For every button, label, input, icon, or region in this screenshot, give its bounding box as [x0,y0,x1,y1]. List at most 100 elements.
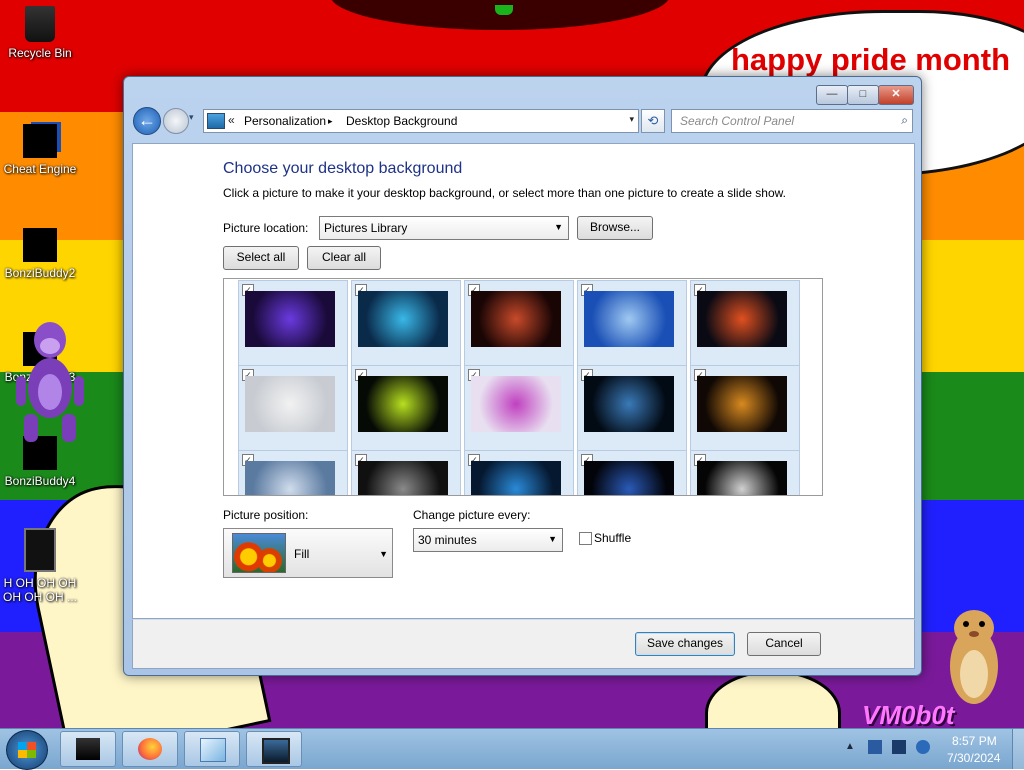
wallpaper-thumbnail[interactable]: ✓ [577,280,687,366]
content-pane: Choose your desktop background Click a p… [132,143,915,619]
picture-position-label: Picture position: [223,508,309,522]
search-placeholder: Search Control Panel [680,114,795,128]
wallpaper-thumbnail[interactable]: ✓ [351,280,461,366]
cheat-engine-icon [23,124,57,158]
picture-position-select[interactable]: Fill ▼ [223,528,393,578]
wallpaper-thumbnail[interactable]: ✓ [464,365,574,451]
browse-button[interactable]: Browse... [577,216,653,240]
change-interval-select[interactable]: 30 minutes ▼ [413,528,563,552]
position-preview-image [232,533,286,573]
chevron-down-icon: ▼ [379,549,388,559]
desktop-icon-label: Recycle Bin [8,46,72,60]
wallpaper-image [471,376,561,432]
bonzibuddy-icon [23,228,57,262]
save-changes-button[interactable]: Save changes [635,632,735,656]
pride-banner-text: happy pride month [731,42,1010,77]
watermark-text: VM0b0t [862,700,955,728]
refresh-button[interactable]: ⟲ [641,109,665,133]
wallpaper-thumbnail[interactable]: ✓ [690,365,800,451]
wallpaper-thumbnail[interactable]: ✓ [577,450,687,495]
clear-all-button[interactable]: Clear all [307,246,381,270]
desktop-icon-label: BonziBuddy2 [4,266,76,280]
recycle-bin-icon [25,6,55,42]
wallpaper-image [358,461,448,495]
network-icon[interactable] [868,740,882,754]
page-title: Choose your desktop background [223,160,463,177]
desktop-icon-label: H OH OH OH OH OH OH ... [2,576,77,604]
cancel-button[interactable]: Cancel [747,632,821,656]
recent-pages-dropdown[interactable]: ▾ [189,112,201,126]
wallpaper-image [697,291,787,347]
instructions-text: Click a picture to make it your desktop … [223,186,786,200]
wallpaper-thumbnail[interactable]: ✓ [351,450,461,495]
shuffle-checkbox[interactable] [579,532,592,545]
clock-time[interactable]: 8:57 PM [952,734,997,748]
bonzi-buddy-character[interactable] [10,318,90,448]
taskbar-button-notes[interactable] [184,731,240,767]
wallpaper-image [358,376,448,432]
start-button[interactable] [6,730,48,770]
show-desktop-button[interactable] [1012,729,1024,769]
select-all-button[interactable]: Select all [223,246,299,270]
wallpaper-thumbnail[interactable]: ✓ [464,450,574,495]
picture-position-value: Fill [294,547,310,561]
wallpaper-thumbnail[interactable]: ✓ [238,450,348,495]
forward-button[interactable] [163,108,189,134]
cartoon-hand [705,670,841,728]
cartoon-face [330,0,670,30]
desktop-icon-recycle-bin[interactable]: Recycle Bin [0,6,80,60]
display-icon[interactable] [892,740,906,754]
wallpaper-image [245,461,335,495]
taskbar-button-control-panel[interactable] [246,731,302,767]
wallpaper-image [471,461,561,495]
desktop-background-window: — □ ✕ ← ▾ « Personalization ▸ Desktop Ba… [123,76,922,676]
windows-logo-icon [18,742,36,758]
clock-date[interactable]: 7/30/2024 [947,751,1000,765]
cartoon-nose [495,5,513,15]
address-dropdown-arrow[interactable]: ▾ [629,114,634,125]
footer-bar: Save changes Cancel [132,619,915,669]
minimize-button[interactable]: — [816,85,848,105]
monitor-icon [262,738,290,764]
chevron-down-icon: ▼ [554,222,563,232]
wallpaper-image [358,291,448,347]
breadcrumb-desktop-background[interactable]: Desktop Background [346,114,457,128]
wallpaper-image [584,461,674,495]
desktop-icon-bonzibuddy2[interactable]: BonziBuddy2 [0,228,80,280]
breadcrumb-separator[interactable]: ▸ [328,116,333,127]
desktop-icon-cheat-engine[interactable]: Cheat Engine [0,124,80,176]
picture-location-select[interactable]: Pictures Library ▼ [319,216,569,240]
back-button[interactable]: ← [133,107,161,135]
maximize-button[interactable]: □ [847,85,879,105]
address-bar[interactable]: « Personalization ▸ Desktop Background ▾ [203,109,639,133]
text-file-icon [24,528,56,572]
wallpaper-image [245,376,335,432]
search-icon[interactable]: ⌕ [901,113,908,128]
show-hidden-icons-button[interactable]: ▲ [845,741,855,752]
wallpaper-thumbnail[interactable]: ✓ [464,280,574,366]
wallpaper-thumbnail[interactable]: ✓ [690,280,800,366]
close-button[interactable]: ✕ [878,85,914,105]
wallpaper-thumbnail[interactable]: ✓ [690,450,800,495]
shuffle-label[interactable]: Shuffle [594,531,631,545]
wallpaper-thumbnail[interactable]: ✓ [238,365,348,451]
firefox-icon [138,738,162,760]
wallpaper-thumbnail[interactable]: ✓ [351,365,461,451]
wallpaper-image [584,291,674,347]
taskbar-button-cheat-engine[interactable] [60,731,116,767]
control-panel-icon [207,113,225,129]
document-icon [200,738,226,762]
wallpaper-thumbnail[interactable]: ✓ [238,280,348,366]
volume-icon[interactable] [916,740,930,754]
taskbar: ▲ 8:57 PM 7/30/2024 [0,728,1024,770]
wallpaper-image [245,291,335,347]
desktop-icon-label: BonziBuddy4 [4,474,76,488]
breadcrumb-overflow[interactable]: « [228,113,235,127]
taskbar-button-firefox[interactable] [122,731,178,767]
breadcrumb-personalization[interactable]: Personalization [244,114,326,128]
desktop-icon-text-file[interactable]: H OH OH OH OH OH OH ... [0,528,80,604]
navigation-bar: ← ▾ « Personalization ▸ Desktop Backgrou… [133,107,913,135]
dancing-hamster [950,610,998,704]
search-input[interactable]: Search Control Panel ⌕ [671,109,913,133]
wallpaper-thumbnail[interactable]: ✓ [577,365,687,451]
